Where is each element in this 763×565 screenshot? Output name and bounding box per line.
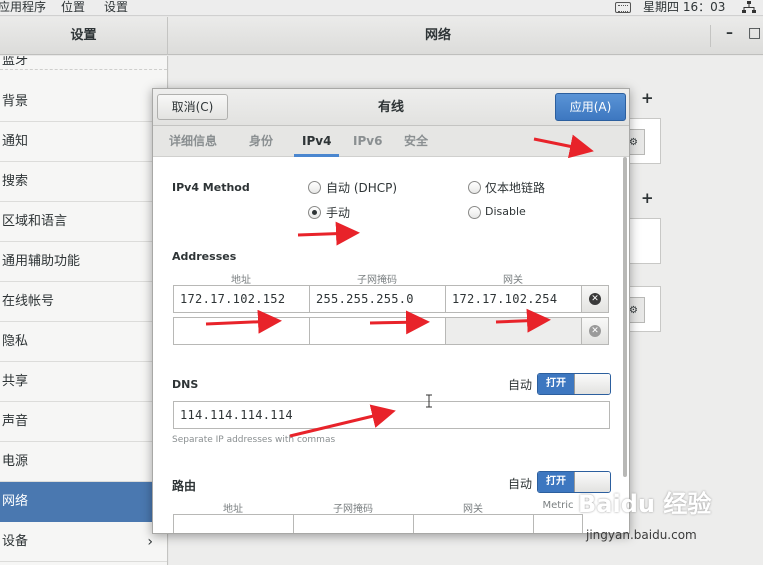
routes-auto-label: 自动 <box>508 477 533 491</box>
column-netmask: 子网掩码 <box>357 275 397 286</box>
close-icon: ✕ <box>589 293 601 305</box>
radio-auto-dhcp[interactable] <box>308 181 321 194</box>
sidebar-item-network[interactable]: 网络 <box>0 482 167 522</box>
vpn-card <box>629 218 661 264</box>
proxy-card: ⚙ <box>629 286 661 332</box>
scrollbar[interactable] <box>623 157 627 477</box>
dns-label: DNS <box>172 378 199 391</box>
radio-manual-label: 手动 <box>326 206 351 220</box>
sidebar-item-notifications[interactable]: 通知 <box>0 122 167 162</box>
sidebar-item-search[interactable]: 搜索 <box>0 162 167 202</box>
route-column-address: 地址 <box>223 504 243 515</box>
settings-title: 设置 <box>0 17 168 55</box>
apply-button[interactable]: 应用(A) <box>555 93 626 121</box>
close-icon: ✕ <box>589 325 601 337</box>
sidebar: 蓝牙 背景 通知 搜索 区域和语言 通用辅助功能 在线帐号 隐私 共享 声音 电… <box>0 56 168 565</box>
ipv4-method-label: IPv4 Method <box>172 181 250 194</box>
watermark-logo: Baidu 经验 <box>578 490 712 518</box>
switch-knob <box>574 374 610 394</box>
watermark-url: jingyan.baidu.com <box>586 528 697 542</box>
dialog-tabs: 详细信息 身份 IPv4 IPv6 安全 <box>153 126 629 157</box>
route-address-input[interactable] <box>173 514 294 533</box>
sidebar-item-sound[interactable]: 声音 <box>0 402 167 442</box>
route-column-netmask: 子网掩码 <box>333 504 373 515</box>
dns-input[interactable]: 114.114.114.114 <box>173 401 610 429</box>
route-gateway-input[interactable] <box>413 514 534 533</box>
remove-address-button[interactable]: ✕ <box>581 285 609 313</box>
radio-link-local-label: 仅本地链路 <box>485 181 546 195</box>
sidebar-item-devices[interactable]: 设备 › <box>0 522 167 562</box>
watermark: Baidu 经验 jingyan.baidu.com <box>578 484 712 542</box>
route-metric-input[interactable] <box>533 514 583 533</box>
sidebar-item-accessibility[interactable]: 通用辅助功能 <box>0 242 167 282</box>
address-input[interactable]: 172.17.102.152 <box>173 285 310 313</box>
tab-ipv6[interactable]: IPv6 <box>353 126 382 157</box>
addresses-label: Addresses <box>172 250 237 263</box>
sidebar-item-privacy[interactable]: 隐私 <box>0 322 167 362</box>
address-input-empty[interactable] <box>173 317 310 345</box>
tab-security[interactable]: 安全 <box>404 126 428 157</box>
top-bar: 应用程序 位置 设置 星期四 16：03 <box>0 0 763 16</box>
network-icon[interactable] <box>742 1 756 14</box>
gateway-input[interactable]: 172.17.102.254 <box>445 285 582 313</box>
dns-auto-label: 自动 <box>508 378 533 392</box>
switch-on-label: 打开 <box>538 472 574 492</box>
route-netmask-input[interactable] <box>293 514 414 533</box>
route-column-gateway: 网关 <box>463 504 483 515</box>
tab-ipv4[interactable]: IPv4 <box>294 126 340 157</box>
column-gateway: 网关 <box>503 275 523 286</box>
add-connection-button[interactable]: + <box>641 89 654 107</box>
header-bar: 设置 网络 – □ <box>0 17 763 55</box>
sidebar-item-bluetooth[interactable]: 蓝牙 <box>0 56 167 70</box>
radio-manual[interactable] <box>308 206 321 219</box>
cancel-button[interactable]: 取消(C) <box>157 94 228 120</box>
add-vpn-button[interactable]: + <box>641 189 654 207</box>
sidebar-item-power[interactable]: 电源 <box>0 442 167 482</box>
dns-hint: Separate IP addresses with commas <box>172 435 336 445</box>
gear-icon[interactable]: ⚙ <box>629 129 645 155</box>
routes-label: 路由 <box>172 479 197 493</box>
keyboard-icon[interactable] <box>615 2 631 13</box>
menu-applications[interactable]: 应用程序 <box>0 0 46 14</box>
sidebar-item-sharing[interactable]: 共享 <box>0 362 167 402</box>
route-column-metric: Metric <box>542 500 574 511</box>
sidebar-item-background[interactable]: 背景 <box>0 82 167 122</box>
dialog-header: 取消(C) 有线 应用(A) <box>153 89 629 126</box>
minimize-button[interactable]: – <box>726 25 733 41</box>
sidebar-item-region-language[interactable]: 区域和语言 <box>0 202 167 242</box>
radio-auto-dhcp-label: 自动 (DHCP) <box>326 181 398 195</box>
netmask-input-empty[interactable] <box>309 317 446 345</box>
dns-auto-switch[interactable]: 打开 <box>537 373 611 395</box>
radio-disable[interactable] <box>468 206 481 219</box>
page-title: 网络 <box>424 28 451 43</box>
radio-link-local[interactable] <box>468 181 481 194</box>
netmask-input[interactable]: 255.255.255.0 <box>309 285 446 313</box>
switch-on-label: 打开 <box>538 374 574 394</box>
wired-card: ⚙ <box>629 118 661 164</box>
gateway-input-empty[interactable] <box>445 317 582 345</box>
remove-address-button-empty[interactable]: ✕ <box>581 317 609 345</box>
tab-identity[interactable]: 身份 <box>249 126 273 157</box>
clock[interactable]: 星期四 16：03 <box>643 0 725 14</box>
gear-icon[interactable]: ⚙ <box>629 297 645 323</box>
sidebar-item-label: 设备 <box>2 534 29 549</box>
maximize-button[interactable]: □ <box>748 25 761 41</box>
menu-settings[interactable]: 设置 <box>104 0 128 14</box>
sidebar-item-online-accounts[interactable]: 在线帐号 <box>0 282 167 322</box>
tab-details[interactable]: 详细信息 <box>169 126 217 157</box>
radio-disable-label: Disable <box>485 205 526 218</box>
wired-settings-dialog: 取消(C) 有线 应用(A) 详细信息 身份 IPv4 IPv6 安全 IPv4… <box>152 88 630 534</box>
ipv4-content: IPv4 Method 自动 (DHCP) 仅本地链路 手动 Disable A… <box>153 157 629 533</box>
menu-places[interactable]: 位置 <box>61 0 85 14</box>
header-divider <box>710 25 711 47</box>
column-address: 地址 <box>231 275 251 286</box>
